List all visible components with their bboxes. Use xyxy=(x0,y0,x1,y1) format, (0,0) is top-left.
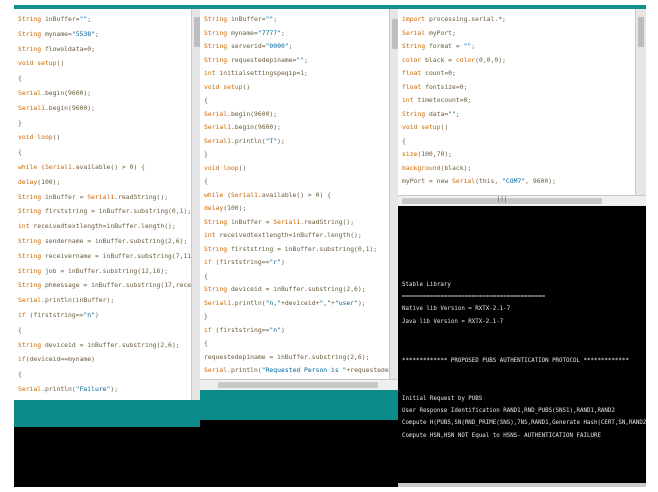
console-line: Compute HSN,HSN NOT Equal to HSNS- AUTHE… xyxy=(402,433,601,439)
code-editor[interactable]: import processing.serial.*; Serial myPort… xyxy=(398,9,636,195)
code-line: } xyxy=(18,118,22,127)
code-line: String myname="7777"; xyxy=(204,28,285,37)
console-line: Native lib Version = RXTX-2.1-7 xyxy=(402,306,511,312)
code-line: String deviceid = inBuffer.substring(2,6… xyxy=(18,340,180,349)
code-line: if (firststring=="n") xyxy=(204,325,285,334)
console-output xyxy=(14,427,202,487)
code-line: void setup() xyxy=(402,123,449,131)
code-line: String deviceid = inBuffer.substring(2,6… xyxy=(204,285,366,293)
vertical-scrollbar[interactable] xyxy=(635,9,646,195)
code-line: Serial1.println("T"); xyxy=(204,136,285,145)
status-bar xyxy=(14,400,202,427)
code-line: { xyxy=(18,370,22,379)
code-line: { xyxy=(18,325,22,334)
code-line: Serial myPort; xyxy=(402,28,456,37)
code-line: } xyxy=(204,150,208,158)
code-line: String flowoldata=0; xyxy=(18,44,95,53)
code-line: if(deviceid==myname) xyxy=(18,355,95,364)
scroll-grip-icon: ||| xyxy=(496,196,508,203)
code-line: String inBuffer=""; xyxy=(18,15,92,23)
code-line: { xyxy=(204,177,208,185)
code-line: Serial1.begin(9600); xyxy=(204,123,281,131)
code-line: String receivername = inBuffer.substring… xyxy=(18,251,199,260)
code-line: void setup() xyxy=(18,59,65,68)
code-line: size(100,70); xyxy=(402,150,453,158)
code-line: float fontsize=0; xyxy=(402,82,468,91)
console-line: Java lib Version = RXTX-2.1-7 xyxy=(402,319,504,325)
code-line: float count=0; xyxy=(402,69,456,77)
code-line: while (Serial1.available() > 0) { xyxy=(204,190,331,199)
code-line: Serial1.begin(9600); xyxy=(18,103,95,112)
code-line: Serial.begin(9600); xyxy=(18,89,92,97)
code-line: requestedepiname = inBuffer.substring(2,… xyxy=(204,352,370,361)
console-output: Stable Library ==========================… xyxy=(398,206,646,483)
code-line: String sendername = inBuffer.substring(2… xyxy=(18,237,188,245)
console-line: Stable Library xyxy=(402,282,451,288)
code-line: Serial.println("Failure"); xyxy=(18,385,119,393)
code-line: String inBuffer = Serial1.readString(); xyxy=(18,192,169,201)
code-line: void loop() xyxy=(18,133,61,142)
code-line: { xyxy=(402,136,406,145)
code-line: Serial.println("Requested Person is "+re… xyxy=(204,366,400,374)
window-bottom-border xyxy=(398,483,646,487)
code-line: { xyxy=(204,271,208,280)
code-line: while (Serial1.available() > 0) { xyxy=(18,163,145,171)
code-line: import processing.serial.*; xyxy=(402,15,506,23)
code-line: Serial1.println("n,"+deviceid+","+"user"… xyxy=(204,298,366,307)
code-line: String job = inBuffer.substring(12,16); xyxy=(18,266,169,275)
code-line: String format = ""; xyxy=(402,42,476,50)
code-line: int initialsettingspeqip=1; xyxy=(204,69,308,77)
code-line: String inBuffer = Serial1.readString(); xyxy=(204,217,355,226)
code-line: Serial.println(inBuffer); xyxy=(18,296,115,305)
console-line: ************* PROPOSED PUBS AUTHENTICATI… xyxy=(402,358,629,364)
code-line: color black = color(0,0,0); xyxy=(402,55,506,64)
processing-window: import processing.serial.*; Serial myPort… xyxy=(398,5,646,487)
code-line: if (firststring=="n") xyxy=(18,311,99,319)
vertical-scroll-thumb[interactable] xyxy=(638,17,644,47)
console-line: Compute H(PUBS,SN(RND_PRIME(SNS),7NS,RAN… xyxy=(402,420,646,426)
sketch-window-1: String inBuffer=""; String myname="5538";… xyxy=(14,5,202,487)
code-line: background(black); xyxy=(402,163,472,172)
code-line: String requestedepiname=""; xyxy=(204,55,308,64)
code-line: { xyxy=(18,74,22,83)
sketch-window-2: String inBuffer=""; String myname="7777";… xyxy=(200,5,400,487)
code-editor[interactable]: String inBuffer=""; String myname="7777";… xyxy=(200,9,400,379)
code-line: String data=""; xyxy=(402,109,460,118)
console-line: ========================================… xyxy=(402,294,546,300)
horizontal-scrollbar[interactable]: ||| xyxy=(398,195,646,206)
code-line: String phmessage = inBuffer.substring(17… xyxy=(18,281,202,290)
horizontal-scroll-thumb[interactable]: ||| xyxy=(402,196,602,204)
code-line: { xyxy=(18,148,22,157)
code-line: myPort = new Serial(this, "COM7", 9600); xyxy=(402,177,556,185)
code-line: String serverid="0000"; xyxy=(204,42,293,50)
code-line: String inBuffer=""; xyxy=(204,15,278,23)
code-line: int receivedtextlength=inBuffer.length()… xyxy=(18,222,176,231)
horizontal-scrollbar[interactable] xyxy=(200,379,400,390)
console-output xyxy=(200,420,400,487)
code-line: { xyxy=(204,96,208,104)
code-line: void loop() xyxy=(204,163,247,172)
code-line: if (firststring=="r") xyxy=(204,258,285,266)
code-line: String firststring = inBuffer.substring(… xyxy=(18,207,192,216)
code-line: { xyxy=(204,339,208,347)
code-line: delay(100); xyxy=(18,177,61,186)
code-line: String firststring = inBuffer.substring(… xyxy=(204,244,378,253)
code-editor[interactable]: String inBuffer=""; String myname="5538";… xyxy=(14,9,202,400)
code-line: String myname="5538"; xyxy=(18,29,99,38)
horizontal-scroll-thumb[interactable] xyxy=(218,382,378,388)
code-line: Serial.begin(9600); xyxy=(204,109,278,118)
status-bar xyxy=(200,390,400,420)
code-line: int receivedtextlength=inBuffer.length()… xyxy=(204,231,362,239)
code-line: void setup() xyxy=(204,82,251,91)
console-line: Initial Request by PUBS xyxy=(402,396,483,402)
code-line: int timetocount=0; xyxy=(402,96,472,104)
code-line: } xyxy=(204,312,208,320)
code-line: delay(100); xyxy=(204,204,247,212)
console-line: User Response Identification RAND1,RND_P… xyxy=(402,408,615,414)
